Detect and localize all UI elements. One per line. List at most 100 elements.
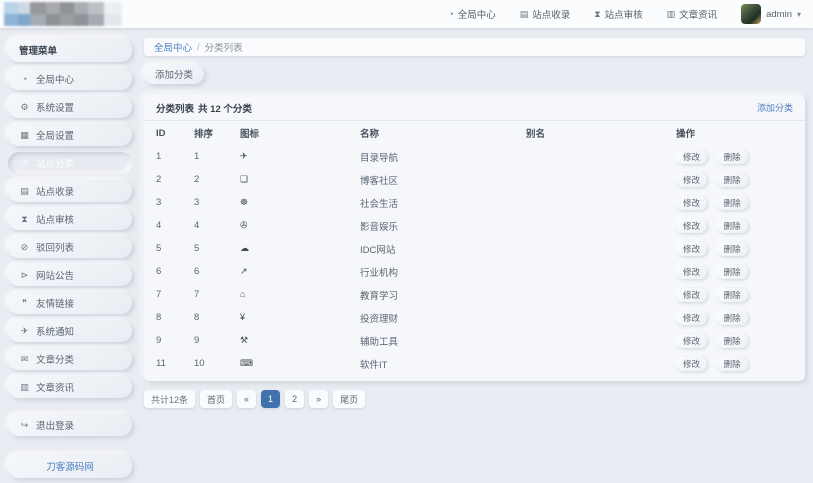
motorcycle-icon: ☸ — [240, 197, 249, 207]
video-icon: ✇ — [240, 220, 248, 230]
sidebar-item[interactable]: ❞ 友情链接 — [8, 292, 132, 314]
delete-button[interactable]: 删除 — [716, 172, 748, 187]
sidebar-item[interactable]: ⧗ 站点审核 — [8, 208, 132, 230]
edit-button[interactable]: 修改 — [676, 287, 708, 302]
edit-button[interactable]: 修改 — [676, 149, 708, 164]
sidebar-item[interactable]: ✉ 文章分类 — [8, 348, 132, 370]
dashboard-icon: ◔ — [21, 74, 28, 84]
table-row: 9 9 ⚒ 辅助工具 修改 删除 — [156, 329, 793, 352]
sidebar-item-label: 文章分类 — [36, 355, 75, 366]
user-menu[interactable]: admin ▾ — [741, 4, 801, 24]
edit-button[interactable]: 修改 — [676, 172, 708, 187]
delete-button[interactable]: 删除 — [716, 218, 748, 233]
add-category-button[interactable]: 添加分类 — [144, 64, 205, 84]
navbar-item[interactable]: ◔ 全局中心 — [448, 7, 495, 21]
newspaper-icon: ▥ — [666, 8, 676, 19]
column-header: 操作 — [676, 129, 696, 140]
cell-name: 影音娱乐 — [360, 221, 399, 233]
cell-sort: 8 — [194, 312, 200, 323]
cell-icon: ↗ — [240, 260, 360, 283]
sidebar-item[interactable]: ⚙ 系统设置 — [8, 96, 132, 118]
pagination-prev[interactable]: « — [237, 390, 257, 408]
pagination-first[interactable]: 首页 — [200, 390, 233, 408]
table-header-row: ID 排序 图标 名称 别名 操作 — [156, 121, 793, 145]
table-row: 3 3 ☸ 社会生活 修改 删除 — [156, 191, 793, 214]
sidebar-item[interactable]: ▥ 文章资讯 — [8, 376, 132, 398]
cell-icon: ⌨ — [240, 352, 360, 375]
dashboard-icon: ◔ — [448, 9, 454, 19]
category-table: ID 排序 图标 名称 别名 操作 1 1 ✈ 目录导航 修改 删除 2 2 ❏… — [156, 121, 793, 375]
cell-id: 9 — [156, 335, 162, 346]
sidebar-item[interactable]: ▤ 站点收录 — [8, 180, 132, 202]
table-body: 1 1 ✈ 目录导航 修改 删除 2 2 ❏ 博客社区 修改 删除 3 3 ☸ … — [156, 145, 793, 375]
sidebar-footer-link[interactable]: 刀客源码网 — [8, 454, 132, 478]
pagination-last[interactable]: 尾页 — [333, 390, 366, 408]
cell-name: 社会生活 — [360, 198, 399, 210]
sidebar-item[interactable]: ✈ 系统通知 — [8, 320, 132, 342]
sidebar-item[interactable]: ⊞ 站点分类 — [8, 152, 132, 174]
pagination-next[interactable]: » — [309, 390, 329, 408]
column-header: 排序 — [194, 129, 214, 140]
add-category-link[interactable]: 添加分类 — [757, 101, 793, 114]
delete-button[interactable]: 删除 — [716, 310, 748, 325]
cell-alias — [526, 214, 676, 237]
sidebar-item[interactable]: ⊘ 驳回列表 — [8, 236, 132, 258]
cell-icon: ⚒ — [240, 329, 360, 352]
cell-actions: 修改 删除 — [676, 306, 793, 329]
cell-sort: 10 — [194, 358, 205, 369]
book-icon: ▤ — [20, 185, 29, 196]
edit-button[interactable]: 修改 — [676, 195, 708, 210]
breadcrumb-root-link[interactable]: 全局中心 — [154, 40, 192, 54]
cell-id: 4 — [156, 220, 162, 231]
paper-plane-icon: ✈ — [240, 151, 248, 161]
wrench-icon: ⚒ — [240, 335, 249, 345]
edit-button[interactable]: 修改 — [676, 218, 708, 233]
avatar — [741, 4, 762, 24]
cell-sort: 7 — [194, 289, 200, 300]
cell-name: 辅助工具 — [360, 336, 399, 348]
cell-name: 教育学习 — [360, 290, 399, 302]
cell-icon: ⌂ — [240, 283, 360, 306]
top-navbar: ◔ 全局中心 ▤ 站点收录 ⧗ 站点审核 ▥ 文章资讯 admin ▾ — [0, 0, 813, 28]
edit-button[interactable]: 修改 — [676, 241, 708, 256]
sidebar-item[interactable]: ▦ 全局设置 — [8, 124, 132, 146]
cell-sort: 5 — [194, 243, 200, 254]
edit-button[interactable]: 修改 — [676, 333, 708, 348]
edit-button[interactable]: 修改 — [676, 356, 708, 371]
site-logo[interactable] — [4, 2, 122, 26]
column-header: 图标 — [240, 129, 260, 140]
cell-actions: 修改 删除 — [676, 237, 793, 260]
sidebar-item[interactable]: ⊳ 网站公告 — [8, 264, 132, 286]
cell-alias — [526, 191, 676, 214]
cell-sort: 3 — [194, 197, 200, 208]
sign-out-icon: ↪ — [20, 419, 29, 430]
delete-button[interactable]: 删除 — [716, 333, 748, 348]
edit-button[interactable]: 修改 — [676, 264, 708, 279]
delete-button[interactable]: 删除 — [716, 287, 748, 302]
cell-name: 行业机构 — [360, 267, 399, 279]
navbar-item[interactable]: ▤ 站点收录 — [520, 7, 571, 22]
hourglass-icon: ⧗ — [21, 213, 28, 224]
cell-sort: 9 — [194, 335, 200, 346]
table-row: 5 5 ☁ IDC网站 修改 删除 — [156, 237, 793, 260]
column-header: ID — [156, 127, 166, 139]
navbar-item[interactable]: ⧗ 站点审核 — [594, 7, 642, 22]
delete-button[interactable]: 删除 — [716, 241, 748, 256]
page-number[interactable]: 1 — [261, 390, 281, 408]
cell-icon: ☁ — [240, 237, 360, 260]
delete-button[interactable]: 删除 — [716, 149, 748, 164]
sidebar-item[interactable]: ◔ 全局中心 — [8, 68, 132, 90]
cell-id: 7 — [156, 289, 162, 300]
gear-icon: ⚙ — [20, 101, 29, 112]
sidebar-item-label: 文章资讯 — [36, 383, 75, 394]
logout-button[interactable]: ↪ 退出登录 — [8, 414, 132, 436]
card-title: 分类列表 — [156, 103, 195, 115]
delete-button[interactable]: 删除 — [716, 356, 748, 371]
cell-icon: ❏ — [240, 168, 360, 191]
edit-button[interactable]: 修改 — [676, 310, 708, 325]
delete-button[interactable]: 删除 — [716, 264, 748, 279]
navbar-item[interactable]: ▥ 文章资讯 — [666, 7, 718, 22]
delete-button[interactable]: 删除 — [716, 195, 748, 210]
cell-sort: 2 — [194, 174, 200, 185]
page-number[interactable]: 2 — [285, 390, 305, 408]
